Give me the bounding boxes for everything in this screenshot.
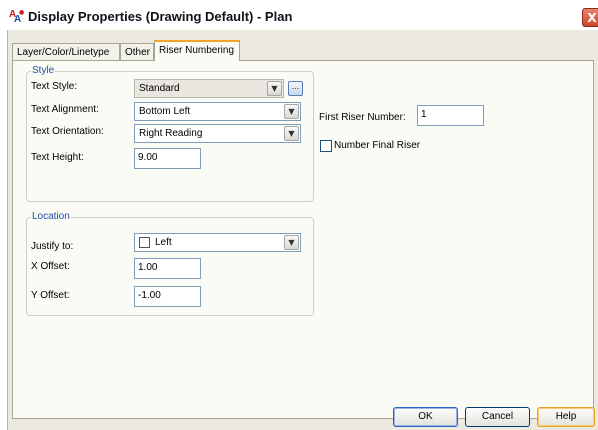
- first-riser-number-input[interactable]: 1: [417, 105, 484, 126]
- x-offset-input[interactable]: 1.00: [134, 258, 201, 279]
- chevron-down-icon: ▼: [267, 81, 282, 96]
- text-style-dropdown[interactable]: Standard ▼: [134, 79, 284, 98]
- text-style-value: Standard: [139, 83, 180, 94]
- y-offset-label: Y Offset:: [31, 290, 70, 301]
- chevron-down-icon: ▼: [284, 235, 299, 250]
- text-height-input[interactable]: 9.00: [134, 148, 201, 169]
- justify-to-value: Left: [155, 237, 172, 248]
- display-properties-dialog: A ● A Display Properties (Drawing Default)…: [0, 0, 598, 430]
- text-orientation-label: Text Orientation:: [31, 126, 104, 137]
- window-title: Display Properties (Drawing Default) - P…: [28, 9, 293, 24]
- location-legend: Location: [32, 211, 70, 222]
- number-final-riser-checkbox[interactable]: [320, 140, 332, 152]
- style-legend: Style: [32, 65, 55, 76]
- text-orientation-dropdown[interactable]: Right Reading ▼: [134, 124, 301, 143]
- help-button[interactable]: Help: [537, 407, 595, 427]
- text-style-label: Text Style:: [31, 81, 78, 92]
- title-bar[interactable]: A ● A Display Properties (Drawing Default)…: [0, 0, 598, 30]
- first-riser-number-label: First Riser Number:: [319, 112, 406, 123]
- ok-button[interactable]: OK: [393, 407, 458, 427]
- x-offset-label: X Offset:: [31, 261, 70, 272]
- tab-other[interactable]: Other: [120, 43, 154, 60]
- text-alignment-label: Text Alignment:: [31, 104, 99, 115]
- text-alignment-dropdown[interactable]: Bottom Left ▼: [134, 102, 301, 121]
- autocad-architecture-icon: A ● A: [9, 9, 25, 25]
- justify-swatch-icon: [139, 237, 150, 248]
- close-button[interactable]: X: [582, 8, 598, 27]
- chevron-down-icon: ▼: [284, 104, 299, 119]
- tab-riser-numbering[interactable]: Riser Numbering: [154, 40, 240, 61]
- cancel-button[interactable]: Cancel: [465, 407, 530, 427]
- text-orientation-value: Right Reading: [139, 128, 203, 139]
- justify-to-label: Justify to:: [31, 241, 74, 252]
- text-style-browse-button[interactable]: ...: [288, 81, 303, 96]
- text-height-label: Text Height:: [31, 152, 84, 163]
- y-offset-input[interactable]: -1.00: [134, 286, 201, 307]
- dialog-body: Layer/Color/Linetype Other Riser Numberi…: [7, 30, 598, 430]
- chevron-down-icon: ▼: [284, 126, 299, 141]
- text-alignment-value: Bottom Left: [139, 106, 191, 117]
- number-final-riser-label: Number Final Riser: [334, 140, 421, 151]
- justify-to-dropdown[interactable]: Left ▼: [134, 233, 301, 252]
- tab-layer-color-linetype[interactable]: Layer/Color/Linetype: [12, 43, 120, 60]
- riser-numbering-panel: Style Text Style: Standard ▼ ... Text Al…: [12, 60, 594, 419]
